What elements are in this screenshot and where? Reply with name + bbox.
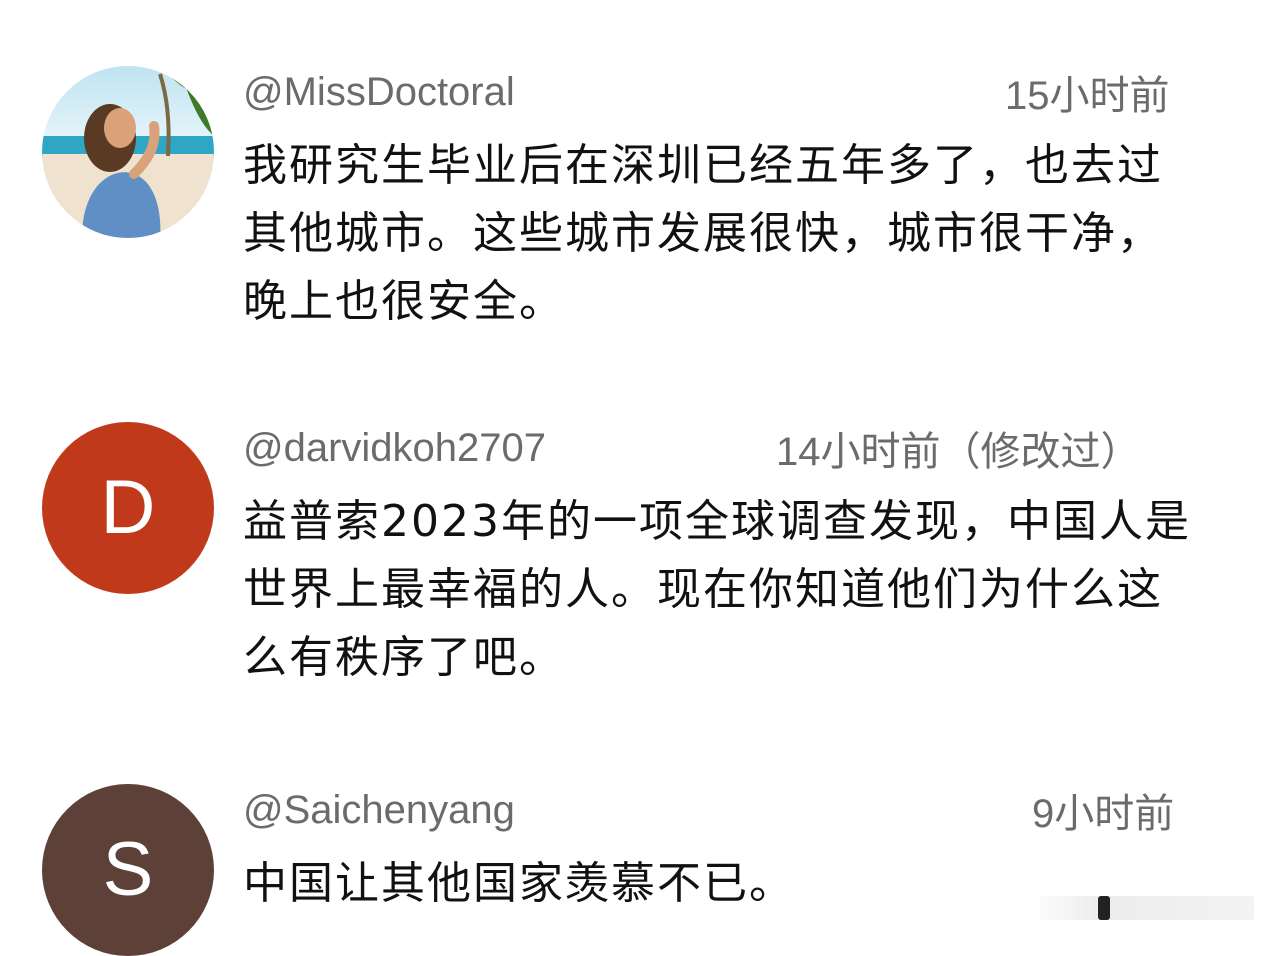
avatar[interactable]: S	[42, 784, 214, 956]
avatar-photo	[42, 66, 214, 238]
comment-author[interactable]: @MissDoctoral	[243, 70, 515, 114]
comment-text: 益普索2023年的一项全球调查发现，中国人是世界上最幸福的人。现在你知道他们为什…	[243, 496, 1191, 683]
comment-text: 我研究生毕业后在深圳已经五年多了，也去过其他城市。这些城市发展很快，城市很干净，…	[243, 140, 1163, 327]
comment-timestamp[interactable]: 14小时前（修改过）	[776, 430, 1141, 474]
comment-timestamp[interactable]: 15小时前	[1005, 74, 1170, 118]
comment-author[interactable]: @Saichenyang	[243, 788, 515, 832]
avatar[interactable]: D	[42, 422, 214, 594]
scroll-thumb[interactable]	[1098, 896, 1110, 920]
avatar-letter: D	[100, 465, 156, 550]
comment-timestamp[interactable]: 9小时前	[1032, 792, 1174, 836]
avatar-letter: S	[102, 827, 154, 912]
avatar[interactable]	[42, 66, 214, 238]
scroll-indicator[interactable]	[1040, 896, 1254, 920]
comment-author[interactable]: @darvidkoh2707	[243, 426, 546, 470]
